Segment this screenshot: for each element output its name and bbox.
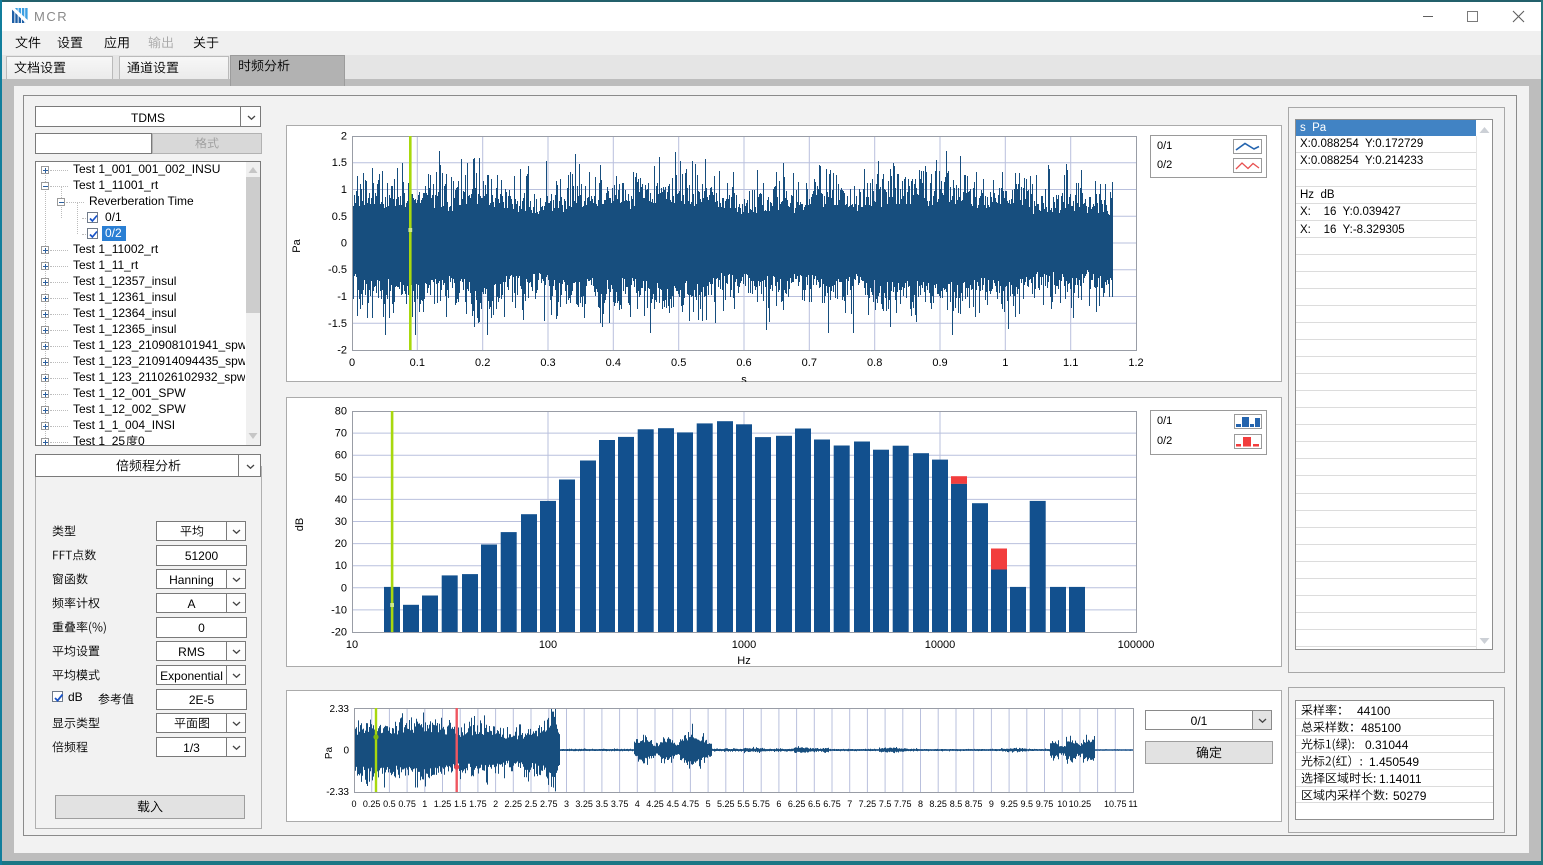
svg-text:1.2: 1.2 [1128,357,1143,369]
svg-text:0.1: 0.1 [410,357,425,369]
svg-text:0.4: 0.4 [606,357,621,369]
svg-text:4: 4 [635,799,640,809]
svg-text:8.25: 8.25 [929,799,947,809]
svg-text:5: 5 [706,799,711,809]
svg-text:7.5: 7.5 [879,799,892,809]
svg-text:2: 2 [493,799,498,809]
svg-text:Pa: Pa [324,746,335,759]
svg-text:3.75: 3.75 [611,799,629,809]
svg-text:5.5: 5.5 [737,799,750,809]
svg-text:0.5: 0.5 [383,799,396,809]
svg-text:4.75: 4.75 [682,799,700,809]
svg-text:7: 7 [847,799,852,809]
svg-text:2.25: 2.25 [505,799,523,809]
svg-text:1000: 1000 [732,639,756,651]
svg-text:80: 80 [335,406,347,418]
svg-text:-1.5: -1.5 [328,318,347,330]
svg-text:0.6: 0.6 [736,357,751,369]
svg-text:9.5: 9.5 [1021,799,1034,809]
svg-text:3.5: 3.5 [596,799,609,809]
svg-text:0.9: 0.9 [932,357,947,369]
svg-text:3: 3 [564,799,569,809]
svg-text:0: 0 [341,238,347,250]
svg-text:0: 0 [343,746,349,757]
svg-text:0.5: 0.5 [671,357,686,369]
svg-text:100000: 100000 [1118,639,1155,651]
svg-text:1.75: 1.75 [469,799,487,809]
svg-text:70: 70 [335,428,347,440]
svg-text:2: 2 [341,131,347,143]
svg-text:9.25: 9.25 [1000,799,1018,809]
svg-text:0.2: 0.2 [475,357,490,369]
svg-text:6: 6 [776,799,781,809]
svg-text:50: 50 [335,472,347,484]
svg-text:1.5: 1.5 [332,157,347,169]
svg-text:2.5: 2.5 [525,799,538,809]
svg-text:30: 30 [335,516,347,528]
svg-text:1: 1 [422,799,427,809]
svg-text:5.25: 5.25 [717,799,735,809]
svg-text:9.75: 9.75 [1036,799,1054,809]
svg-text:dB: dB [294,518,306,531]
svg-text:10000: 10000 [925,639,956,651]
svg-text:6.25: 6.25 [788,799,806,809]
svg-text:8: 8 [918,799,923,809]
svg-text:20: 20 [335,538,347,550]
svg-text:1: 1 [341,184,347,196]
svg-text:0.5: 0.5 [332,211,347,223]
svg-text:4.5: 4.5 [666,799,679,809]
svg-text:60: 60 [335,450,347,462]
svg-text:7.75: 7.75 [894,799,912,809]
svg-text:10: 10 [335,560,347,572]
svg-text:1: 1 [1002,357,1008,369]
svg-text:0: 0 [349,357,355,369]
svg-text:0.8: 0.8 [867,357,882,369]
svg-text:6.5: 6.5 [808,799,821,809]
svg-text:-10: -10 [331,604,347,616]
svg-text:8.5: 8.5 [950,799,963,809]
svg-text:3.25: 3.25 [575,799,593,809]
svg-text:6.75: 6.75 [823,799,841,809]
svg-text:4.25: 4.25 [646,799,664,809]
svg-text:1.1: 1.1 [1063,357,1078,369]
svg-text:s: s [741,374,747,382]
svg-text:0.75: 0.75 [398,799,416,809]
svg-text:Hz: Hz [737,655,750,667]
svg-text:2.33: 2.33 [330,704,350,715]
svg-text:0.7: 0.7 [802,357,817,369]
svg-text:-2.33: -2.33 [326,787,349,798]
svg-text:8.75: 8.75 [965,799,983,809]
svg-text:10.25: 10.25 [1069,799,1092,809]
svg-text:9: 9 [989,799,994,809]
svg-text:-1: -1 [337,291,347,303]
svg-text:11: 11 [1128,799,1137,809]
svg-text:1.5: 1.5 [454,799,467,809]
svg-text:0.3: 0.3 [540,357,555,369]
svg-text:10: 10 [346,639,358,651]
svg-text:0: 0 [351,799,356,809]
svg-text:2.75: 2.75 [540,799,558,809]
svg-text:0: 0 [341,582,347,594]
svg-text:0.25: 0.25 [363,799,381,809]
svg-text:5.75: 5.75 [752,799,770,809]
svg-text:10.75: 10.75 [1104,799,1127,809]
svg-text:-0.5: -0.5 [328,264,347,276]
svg-text:-20: -20 [331,627,347,639]
svg-text:Pa: Pa [291,238,303,252]
svg-text:40: 40 [335,494,347,506]
svg-text:1.25: 1.25 [434,799,452,809]
svg-text:100: 100 [539,639,557,651]
svg-text:-2: -2 [337,345,347,357]
svg-text:10: 10 [1057,799,1067,809]
svg-text:7.25: 7.25 [859,799,877,809]
